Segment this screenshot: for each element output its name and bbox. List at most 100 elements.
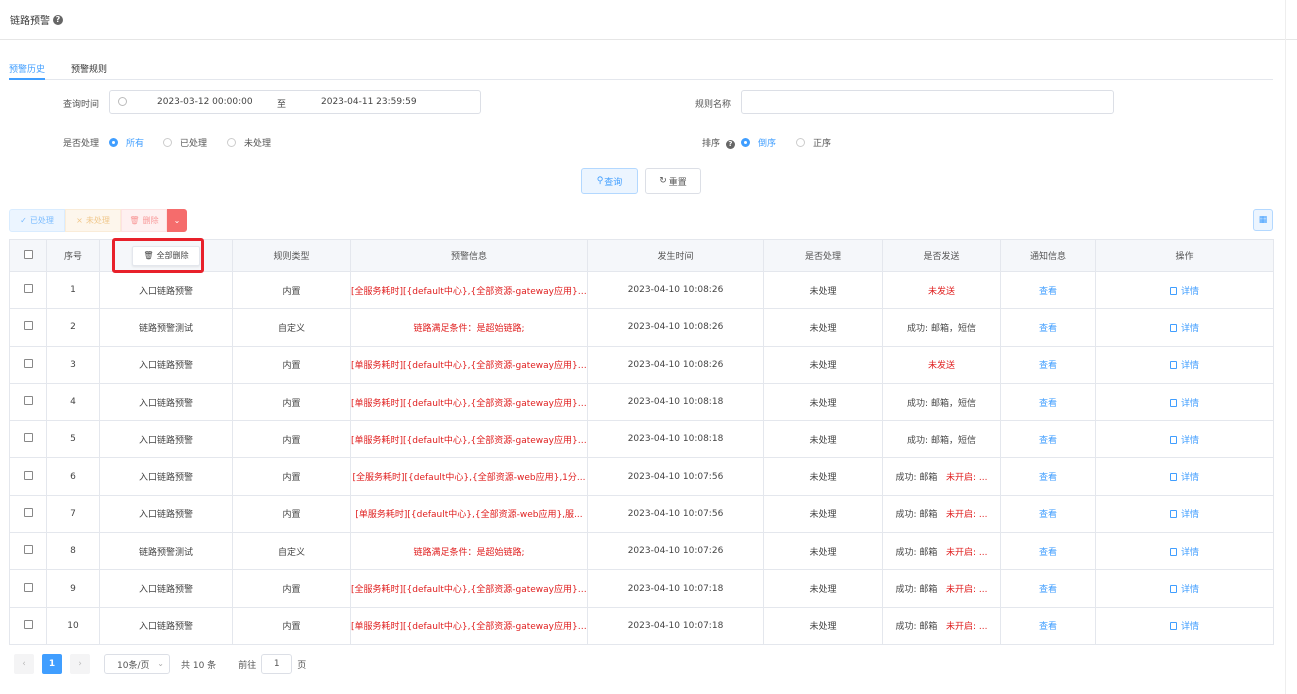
row-time: 2023-04-10 10:07:18 [587,569,764,608]
detail-label: 详情 [1180,361,1199,372]
radio-label: 正序 [813,139,832,149]
row-handled: 未处理 [763,345,883,384]
row-time: 2023-04-10 10:08:18 [587,382,764,422]
sent-status: 成功: 邮箱 [895,510,938,521]
page-size-select[interactable]: 10条/页 ⌄ [104,654,170,674]
sent-disabled-status: 未开启: ... [946,622,988,633]
column-settings-button[interactable]: ▦ [1253,209,1273,231]
goto-prefix: 前往 [238,660,257,671]
pagination: ‹ 1 › 10条/页 ⌄ 共 10 条 前往 1 页 [14,654,306,674]
row-checkbox[interactable] [23,358,33,368]
radio-sort-desc[interactable]: 倒序 [741,136,776,149]
row-notify-cell: 查看 [1000,308,1096,347]
select-all-cell [9,239,47,272]
col-actions: 操作 [1095,239,1274,272]
sent-cell: 成功: 邮箱 未开启: ... [882,457,1001,496]
trash-icon: 🗑 [129,216,140,225]
row-rule-name: 入口链路预警 [99,569,233,608]
rule-name-input[interactable] [741,90,1114,114]
detail-link[interactable]: 详情 [1169,286,1199,297]
sent-status: 成功: 邮箱 [895,473,938,484]
help-icon[interactable]: ? [725,140,735,149]
row-select-cell [9,308,47,347]
tab-alert-history[interactable]: 预警历史 [9,56,46,80]
page-number-current[interactable]: 1 [42,654,62,674]
radio-label: 已处理 [180,139,208,149]
row-rule-type: 内置 [232,569,351,608]
table-row: 2 链路预警测试 自定义 链路满足条件：是超始链路; 2023-04-10 10:08:… [9,308,1274,347]
row-checkbox[interactable] [23,507,33,517]
next-page-button[interactable]: › [70,654,90,674]
radio-circle [163,138,172,147]
row-notify-cell: 查看 [1000,420,1096,459]
row-checkbox[interactable] [23,321,33,331]
row-rule-name: 入口链路预警 [99,494,233,534]
prev-page-button[interactable]: ‹ [14,654,34,674]
radio-circle [227,138,236,147]
tab-alert-rules[interactable]: 预警规则 [71,56,107,80]
detail-link[interactable]: 详情 [1169,510,1199,521]
delete-dropdown-toggle[interactable]: ⌄ [167,209,187,232]
radio-circle [741,138,750,147]
row-notify-cell: 查看 [1000,270,1096,310]
view-link[interactable]: 查看 [1039,324,1057,334]
radio-sort-asc[interactable]: 正序 [796,136,831,149]
sent-status: 成功: 邮箱，短信 [907,323,976,334]
sent-cell: 成功: 邮箱 未开启: ... [882,494,1001,534]
detail-link[interactable]: 详情 [1169,473,1199,483]
detail-link[interactable]: 详情 [1169,585,1199,595]
sent-status: 未发送 [927,286,955,297]
row-checkbox[interactable] [23,396,33,406]
page-title: 链路预警 [10,16,50,27]
mark-handled-label: 已处理 [29,216,54,225]
col-notify: 通知信息 [1000,239,1096,272]
view-link[interactable]: 查看 [1039,399,1057,409]
mark-unhandled-button[interactable]: × 未处理 [65,209,121,232]
end-date[interactable]: 2023-04-11 23:59:59 [321,97,417,107]
start-date[interactable]: 2023-03-12 00:00:00 [157,97,253,107]
reset-button[interactable]: ↻ 重置 [645,168,701,194]
view-link[interactable]: 查看 [1039,287,1057,297]
detail-link[interactable]: 详情 [1169,361,1199,372]
detail-link[interactable]: 详情 [1169,547,1199,558]
row-handled: 未处理 [763,532,883,571]
radio-handled-all[interactable]: 所有 [109,136,144,149]
help-icon[interactable]: ? [53,14,63,25]
view-link[interactable]: 查看 [1039,622,1057,632]
select-all-checkbox[interactable] [23,249,33,259]
document-icon [1169,286,1177,295]
row-checkbox[interactable] [23,582,33,592]
table-row: 10 入口链路预警 内置 [单服务耗时][{default中心},{全部资源-gate… [9,606,1274,645]
view-link[interactable]: 查看 [1039,510,1057,520]
row-checkbox[interactable] [23,284,33,294]
alert-history-table: 序号 🗑 全部删除 规则类型 预警信息 发生时间 是否处理 是否发送 通知信息 操… [9,239,1274,645]
view-link[interactable]: 查看 [1039,473,1057,483]
detail-link[interactable]: 详情 [1169,622,1199,632]
row-checkbox[interactable] [23,545,33,555]
delete-button[interactable]: 🗑 删除 [121,209,167,232]
view-link[interactable]: 查看 [1039,548,1057,558]
mark-handled-button[interactable]: ✓ 已处理 [9,209,65,232]
radio-label: 未处理 [244,139,272,149]
detail-link[interactable]: 详情 [1169,323,1199,334]
mark-unhandled-label: 未处理 [85,216,110,225]
row-no: 4 [46,382,100,422]
radio-handled-done[interactable]: 已处理 [163,136,207,149]
detail-link[interactable]: 详情 [1169,398,1199,409]
row-checkbox[interactable] [23,619,33,629]
row-time: 2023-04-10 10:08:26 [587,345,764,384]
view-link[interactable]: 查看 [1039,436,1057,446]
row-checkbox[interactable] [23,433,33,443]
row-checkbox[interactable] [23,470,33,480]
detail-link[interactable]: 详情 [1169,435,1199,446]
query-button[interactable]: ⚲ 查询 [581,168,638,194]
view-link[interactable]: 查看 [1039,585,1057,595]
detail-label: 详情 [1180,510,1199,521]
goto-page-input[interactable]: 1 [261,654,293,674]
row-notify-cell: 查看 [1000,606,1096,645]
date-range-picker[interactable]: 2023-03-12 00:00:00 至 2023-04-11 23:59:5… [109,90,481,114]
row-handled: 未处理 [763,308,883,347]
radio-handled-undone[interactable]: 未处理 [227,136,271,149]
document-icon [1169,510,1177,519]
view-link[interactable]: 查看 [1039,361,1057,371]
